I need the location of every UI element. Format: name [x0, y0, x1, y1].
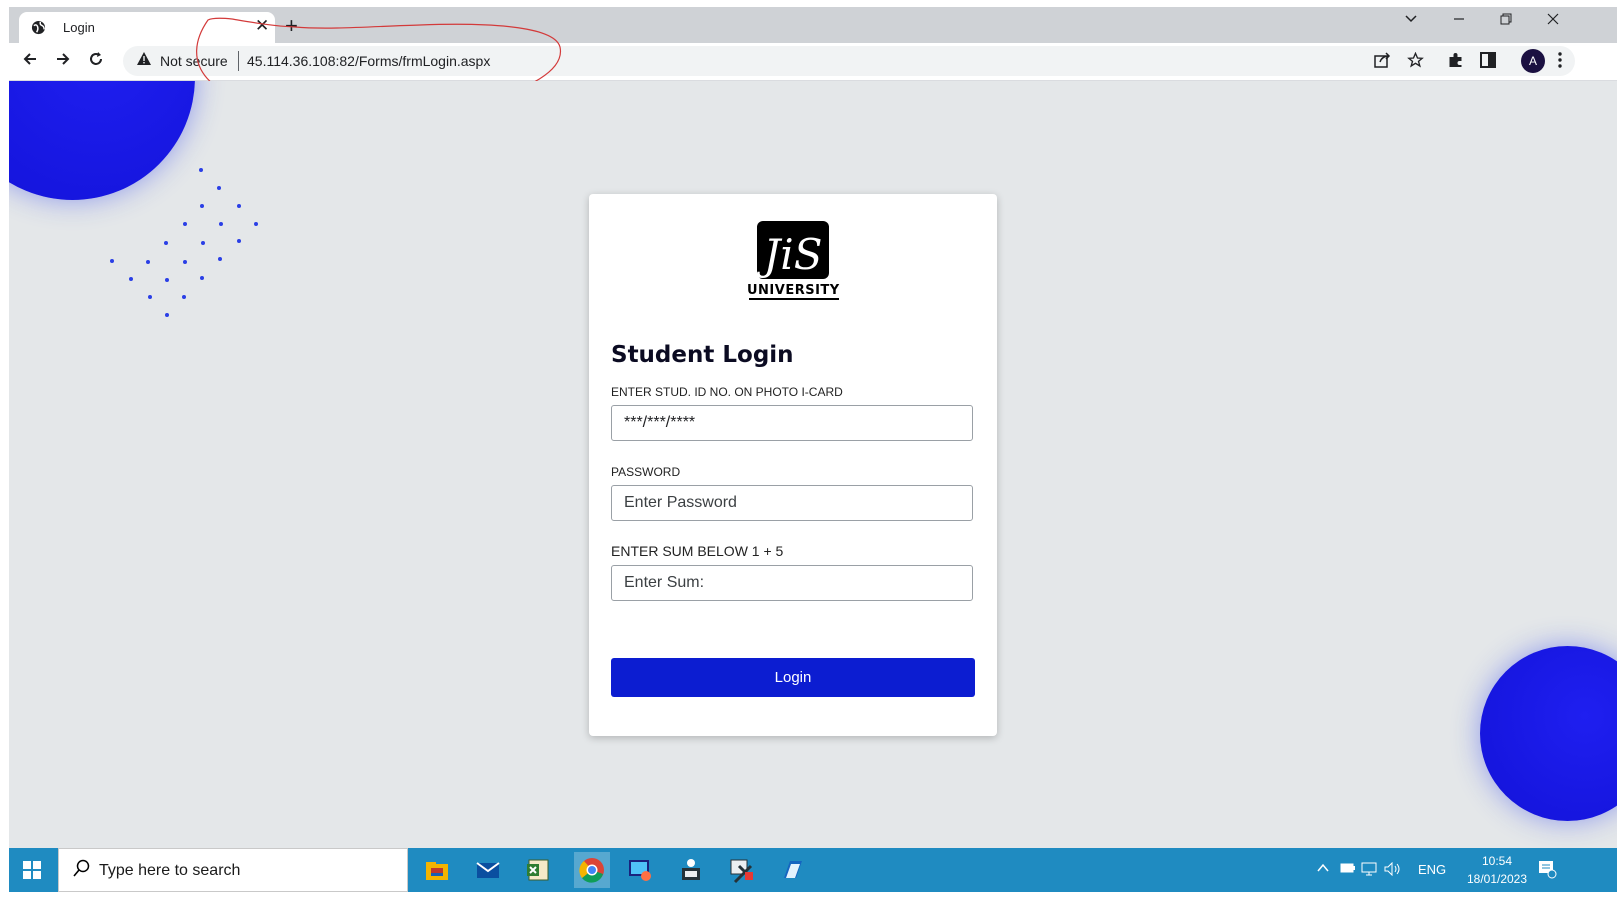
bookmark-star-icon[interactable] — [1407, 51, 1424, 73]
chrome-icon[interactable] — [574, 852, 610, 888]
student-id-input[interactable] — [611, 405, 973, 441]
taskbar-search-box[interactable]: Type here to search — [58, 848, 408, 892]
minimize-icon[interactable] — [1452, 12, 1466, 31]
omnibox-divider — [238, 51, 239, 71]
new-tab-button[interactable]: + — [285, 13, 298, 39]
page-title: Student Login — [611, 342, 794, 368]
search-icon — [73, 859, 91, 882]
tab-title: Login — [63, 20, 95, 35]
tools-app-icon[interactable] — [727, 856, 755, 884]
password-label: PASSWORD — [611, 465, 681, 479]
page-viewport: JiS UNIVERSITY Student Login ENTER STUD.… — [9, 81, 1617, 848]
browser-tab[interactable]: Login ✕ — [19, 12, 275, 43]
extensions-icon[interactable] — [1447, 52, 1464, 73]
file-explorer-icon[interactable] — [423, 856, 451, 884]
password-input[interactable] — [611, 485, 973, 521]
decorative-dots — [110, 168, 258, 317]
back-icon[interactable] — [22, 51, 38, 72]
share-icon[interactable] — [1374, 52, 1391, 73]
clock-date: 18/01/2023 — [1466, 872, 1528, 886]
login-button[interactable]: Login — [611, 658, 975, 697]
windows-taskbar: Type here to search ENG 10:54 18/01/2023 — [9, 848, 1617, 892]
windows-start-icon[interactable] — [23, 861, 41, 884]
excel-icon[interactable] — [524, 856, 552, 884]
captcha-sum-input[interactable] — [611, 565, 973, 601]
system-clock[interactable]: 10:54 18/01/2023 — [1462, 852, 1532, 888]
browser-toolbar: Not secure 45.114.36.108:82/Forms/frmLog… — [9, 43, 1617, 81]
close-window-icon[interactable] — [1546, 12, 1560, 31]
tab-search-chevron-icon[interactable] — [1404, 12, 1418, 31]
language-indicator[interactable]: ENG — [1418, 862, 1446, 877]
notification-icon[interactable] — [1537, 859, 1557, 882]
reload-icon[interactable] — [88, 51, 104, 72]
battery-icon[interactable] — [1340, 862, 1356, 877]
security-label[interactable]: Not secure — [160, 53, 228, 69]
university-logo-icon: JiS — [755, 221, 829, 279]
warning-icon[interactable] — [137, 52, 151, 68]
profile-avatar[interactable]: A — [1521, 49, 1545, 73]
logo-underline — [749, 298, 839, 300]
notepad-app-icon[interactable] — [778, 856, 806, 884]
restore-icon[interactable] — [1499, 12, 1513, 31]
forward-icon[interactable] — [55, 51, 71, 72]
student-id-label: ENTER STUD. ID NO. ON PHOTO I-CARD — [611, 385, 843, 399]
taskbar-search-placeholder: Type here to search — [99, 862, 241, 879]
logo-wordmark: UNIVERSITY — [747, 283, 840, 298]
captcha-sum-label: ENTER SUM BELOW 1 + 5 — [611, 543, 784, 559]
tab-close-icon[interactable]: ✕ — [255, 16, 269, 36]
chevron-up-icon[interactable] — [1316, 862, 1330, 877]
network-app-icon[interactable] — [677, 856, 705, 884]
remote-desktop-icon[interactable] — [626, 856, 654, 884]
side-panel-icon[interactable] — [1480, 52, 1496, 73]
volume-icon[interactable] — [1384, 861, 1402, 879]
tab-strip: Login ✕ + — [9, 7, 1617, 43]
decorative-circle-bottom-right — [1480, 646, 1617, 821]
clock-time: 10:54 — [1481, 854, 1513, 868]
address-bar[interactable]: Not secure 45.114.36.108:82/Forms/frmLog… — [123, 46, 1575, 76]
logo-mark-text: JiS — [755, 230, 822, 279]
mail-icon[interactable] — [474, 856, 502, 884]
url-text[interactable]: 45.114.36.108:82/Forms/frmLogin.aspx — [247, 53, 490, 69]
network-icon[interactable] — [1361, 862, 1377, 879]
login-card: JiS UNIVERSITY Student Login ENTER STUD.… — [589, 194, 997, 736]
menu-dots-icon[interactable] — [1557, 52, 1563, 73]
globe-icon — [31, 20, 46, 40]
